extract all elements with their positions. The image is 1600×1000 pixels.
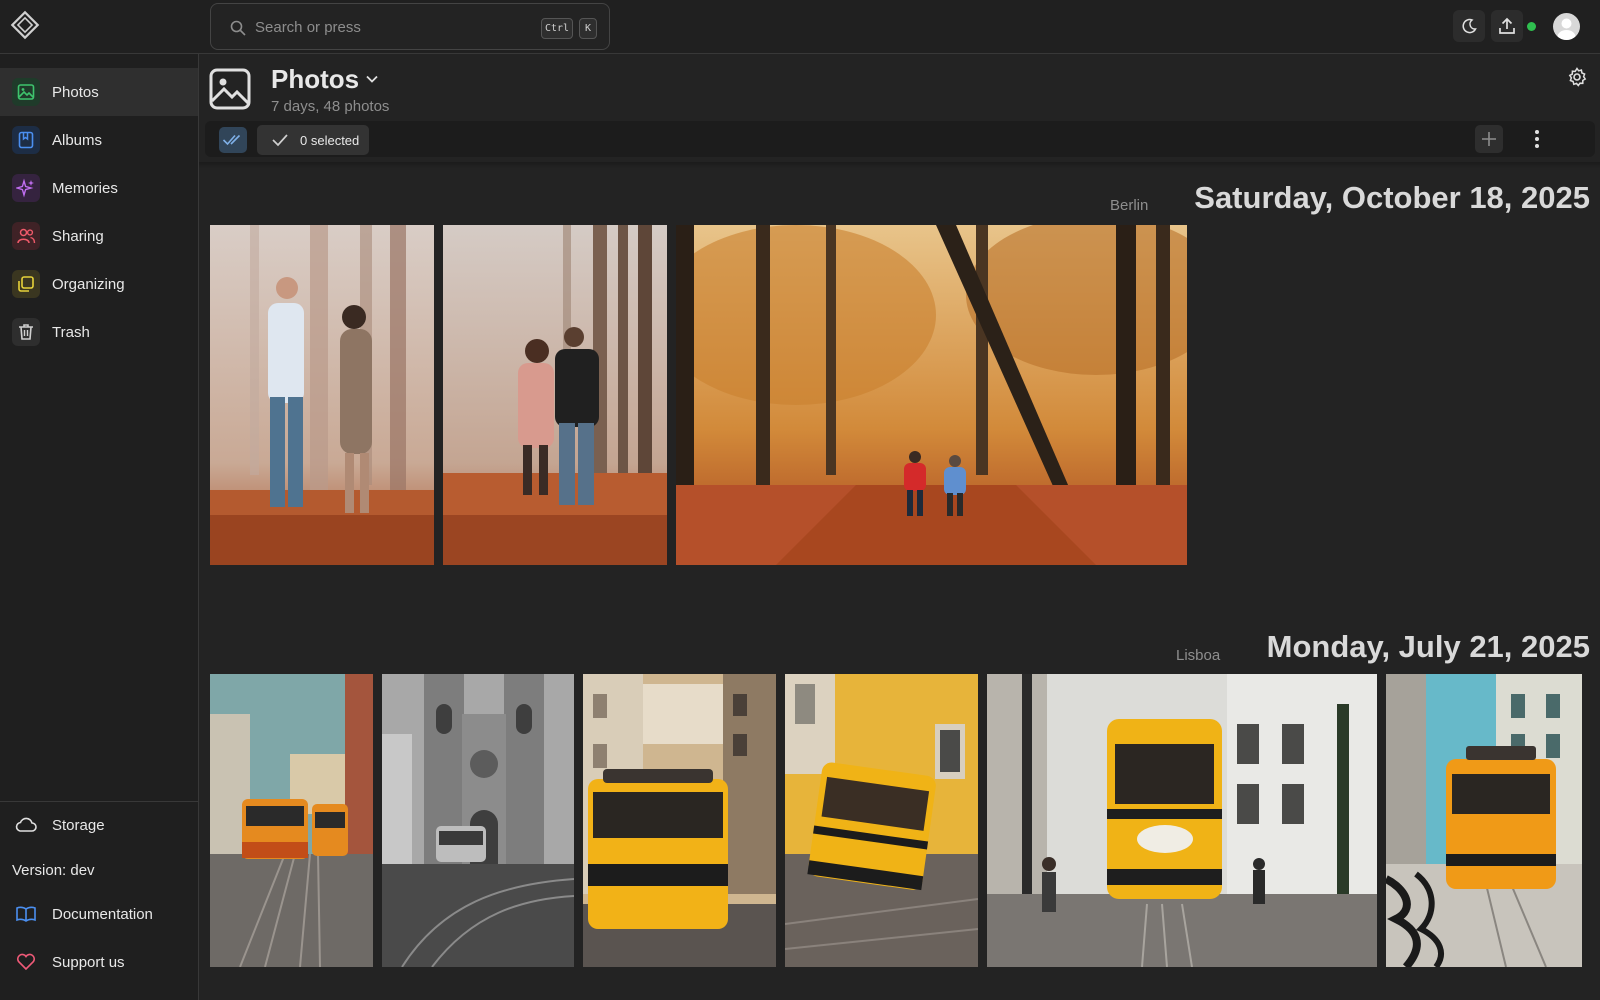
day-title[interactable]: Saturday, October 18, 2025 xyxy=(1194,180,1590,216)
sidebar-item-photos[interactable]: Photos xyxy=(0,68,198,116)
search-icon xyxy=(230,20,246,36)
main-content: Photos 7 days, 48 photos 0 selected Berl… xyxy=(199,54,1600,1000)
bookmark-icon xyxy=(12,126,40,154)
photo-yellow-tram-narrow-street[interactable] xyxy=(583,674,776,967)
double-check-icon xyxy=(222,134,241,146)
sidebar: Photos Albums Memories Sharing Organizin… xyxy=(0,54,199,1000)
sidebar-item-albums[interactable]: Albums xyxy=(0,116,198,164)
sparkles-icon xyxy=(12,174,40,202)
trash-icon xyxy=(12,318,40,346)
scroll-shadow xyxy=(199,162,1600,168)
photo-tram-mosaic-sidewalk[interactable] xyxy=(1386,674,1582,967)
copy-icon xyxy=(12,270,40,298)
upload-button[interactable] xyxy=(1491,10,1523,42)
sync-status-dot xyxy=(1527,22,1536,31)
plus-icon xyxy=(1482,132,1496,146)
heart-icon xyxy=(12,948,40,976)
avatar[interactable] xyxy=(1553,13,1580,40)
upload-icon xyxy=(1499,17,1515,34)
sidebar-item-memories[interactable]: Memories xyxy=(0,164,198,212)
top-bar: Search or press Ctrl K xyxy=(0,0,1600,54)
documentation-link[interactable]: Documentation xyxy=(12,900,153,928)
documentation-label: Documentation xyxy=(52,905,153,923)
more-options-button[interactable] xyxy=(1525,127,1549,151)
version-label: Version: dev xyxy=(12,862,95,879)
moon-icon xyxy=(1462,18,1477,34)
sidebar-item-label: Photos xyxy=(52,83,99,101)
photo-lisbon-trams-street[interactable] xyxy=(210,674,373,967)
sidebar-item-label: Organizing xyxy=(52,275,125,293)
page-title[interactable]: Photos xyxy=(271,64,359,95)
users-icon xyxy=(12,222,40,250)
kbd-k: K xyxy=(579,18,597,39)
storage-item[interactable]: Storage xyxy=(12,811,105,839)
photo-couple-walking-away-forest[interactable] xyxy=(443,225,667,565)
book-icon xyxy=(12,900,40,928)
photos-header-icon xyxy=(209,68,251,110)
sidebar-item-organizing[interactable]: Organizing xyxy=(0,260,198,308)
photo-lisbon-cathedral-tram-bw[interactable] xyxy=(382,674,574,967)
selection-toolbar: 0 selected xyxy=(205,121,1595,157)
sidebar-item-label: Memories xyxy=(52,179,118,197)
select-all-button[interactable] xyxy=(219,127,247,153)
sidebar-item-trash[interactable]: Trash xyxy=(0,308,198,356)
sidebar-item-sharing[interactable]: Sharing xyxy=(0,212,198,260)
day-title[interactable]: Monday, July 21, 2025 xyxy=(1267,629,1590,665)
day-location: Lisboa xyxy=(1176,647,1221,664)
selected-count-button[interactable]: 0 selected xyxy=(257,125,369,155)
user-icon xyxy=(1557,18,1576,40)
photo-couple-in-foggy-forest[interactable] xyxy=(210,225,434,565)
support-label: Support us xyxy=(52,953,125,971)
sidebar-item-label: Trash xyxy=(52,323,90,341)
cloud-icon xyxy=(12,811,40,839)
support-link[interactable]: Support us xyxy=(12,948,125,976)
photo-yellow-tram-o-lugar-de-portugal[interactable] xyxy=(785,674,978,967)
storage-label: Storage xyxy=(52,816,105,834)
add-button[interactable] xyxy=(1475,125,1503,153)
photo-tram-martini-street[interactable] xyxy=(987,674,1377,967)
day-location: Berlin xyxy=(1110,197,1149,214)
app-logo-icon[interactable] xyxy=(10,10,40,40)
page-subtitle: 7 days, 48 photos xyxy=(271,98,390,115)
sidebar-item-label: Sharing xyxy=(52,227,104,245)
selected-count-label: 0 selected xyxy=(300,132,360,148)
sidebar-divider xyxy=(0,801,198,802)
gear-icon[interactable] xyxy=(1566,66,1588,88)
more-vertical-icon xyxy=(1535,130,1539,148)
check-icon xyxy=(272,134,288,147)
kbd-ctrl: Ctrl xyxy=(541,18,573,39)
image-icon xyxy=(12,78,40,106)
theme-toggle-button[interactable] xyxy=(1453,10,1485,42)
sidebar-item-label: Albums xyxy=(52,131,103,149)
search-placeholder: Search or press xyxy=(255,19,361,36)
search-box[interactable]: Search or press Ctrl K xyxy=(210,3,610,50)
chevron-down-icon[interactable] xyxy=(365,72,379,86)
photo-autumn-forest-path-hikers[interactable] xyxy=(676,225,1187,565)
